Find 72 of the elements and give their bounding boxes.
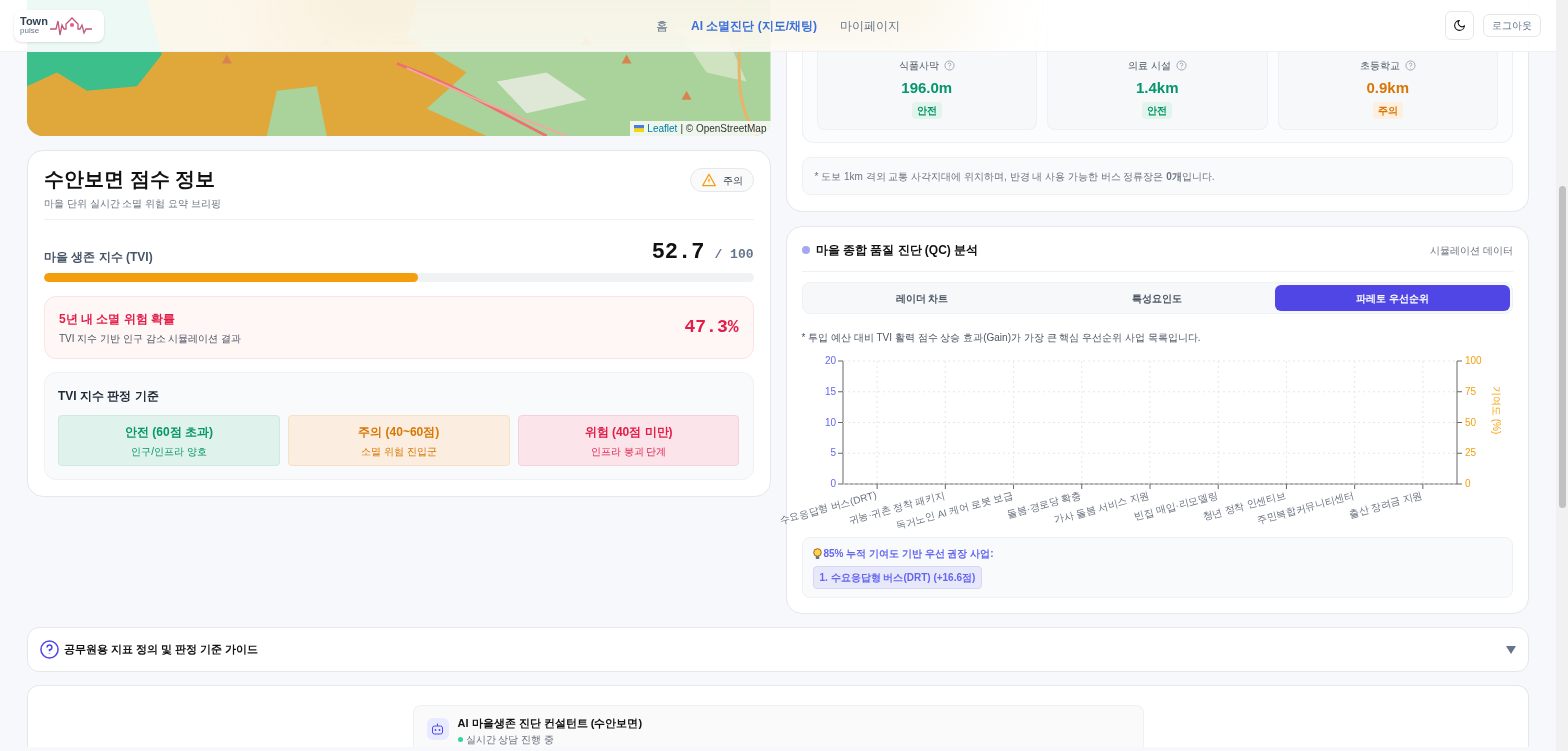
dark-mode-button[interactable]	[1445, 11, 1474, 40]
recommendation-title: 85% 누적 기여도 기반 우선 권장 사업:	[823, 547, 994, 561]
recommendation-tag: 1. 수요응답형 버스(DRT) (+16.6점)	[812, 566, 983, 589]
tvi-score: 52.7	[651, 239, 705, 267]
nav-link[interactable]: 홈	[656, 16, 668, 35]
axis-title: 기여도 (%)	[1490, 386, 1502, 435]
logout-button[interactable]: 로그아웃	[1483, 14, 1541, 37]
criteria-heading: 위험 (40점 미만)	[584, 423, 673, 441]
axis-tick-label: 100	[1464, 355, 1482, 366]
metric-label: 식품사막	[898, 58, 939, 73]
tab[interactable]: 레이더 차트	[804, 285, 1040, 311]
criteria-description: 인프라 붕괴 단계	[590, 444, 667, 459]
lightbulb-icon	[812, 547, 822, 560]
criteria-title: TVI 지수 판정 기준	[58, 388, 160, 405]
leaflet-link[interactable]: Leaflet	[647, 121, 678, 136]
metric-status: 안전	[911, 102, 942, 119]
scrollbar[interactable]	[1556, 0, 1568, 751]
axis-tick-label: 0	[829, 478, 836, 489]
online-dot-icon	[457, 736, 463, 742]
risk-description: TVI 지수 기반 인구 감소 시뮬레이션 결과	[59, 331, 242, 346]
chat-status: 실시간 상담 진행 중	[465, 732, 554, 747]
axis-tick-label: 20	[824, 355, 836, 366]
risk-title: 5년 내 소멸 위험 확률	[59, 310, 176, 328]
card-title: 수안보면 점수 정보	[44, 167, 217, 192]
chat-title: AI 마을생존 진단 컨설턴트 (수안보면)	[457, 716, 643, 731]
metric-label: 의료 시설	[1127, 58, 1171, 73]
axis-tick-label: 25	[1464, 447, 1476, 459]
flag-icon	[634, 125, 645, 132]
nav-link[interactable]: AI 소멸진단 (지도/채팅)	[691, 16, 817, 35]
attribution-text: | © OpenStreetMap	[680, 122, 767, 136]
logo-wordmark: Town	[20, 16, 48, 27]
metric-status: 주의	[1372, 102, 1403, 119]
nav-link[interactable]: 마이페이지	[840, 16, 900, 35]
card-subtitle: 마을 단위 실시간 소멸 위험 요약 브리핑	[44, 197, 221, 211]
robot-icon	[426, 718, 449, 740]
help-icon	[1404, 59, 1416, 71]
chart-description: * 투입 예산 대비 TVI 활력 점수 상승 효과(Gain)가 가장 큰 핵심 우선순위 사업 목록입니다.	[801, 331, 1202, 345]
data-source-label: 시뮬레이션 데이터	[1430, 243, 1513, 258]
axis-tick-label: 75	[1464, 385, 1476, 397]
logo-subtitle: pulse	[20, 27, 41, 35]
metric-value: 0.9km	[1366, 77, 1409, 98]
tab[interactable]: 파레토 우선순위	[1274, 285, 1510, 311]
metric-status: 안전	[1142, 102, 1173, 119]
metric-value: 196.0m	[901, 77, 953, 98]
axis-tick-label: 5	[829, 447, 836, 459]
guide-title: 공무원용 지표 정의 및 판정 기준 가이드	[64, 642, 259, 658]
risk-percentage: 47.3%	[684, 316, 739, 339]
axis-tick-label: 15	[824, 385, 836, 397]
axis-tick-label: 50	[1464, 416, 1476, 428]
criteria-heading: 안전 (60점 초과)	[124, 423, 213, 441]
transit-note: * 도보 1km 격외 교통 사각지대에 위치하며, 반경 내 사용 가능한 버스 정류장은 0개입니다.	[814, 169, 1215, 184]
axis-tick-label: 10	[824, 416, 836, 428]
help-icon	[1175, 59, 1187, 71]
criteria-description: 인구/인프라 양호	[131, 444, 207, 459]
badge-label: 주의	[722, 173, 743, 188]
tvi-max: / 100	[714, 246, 754, 264]
scrollbar-thumb[interactable]	[1559, 186, 1566, 508]
criteria-heading: 주의 (40~60점)	[358, 423, 440, 441]
metric-value: 1.4km	[1135, 77, 1179, 98]
criteria-description: 소멸 위험 진입군	[360, 444, 437, 459]
warning-icon	[700, 173, 717, 187]
tab[interactable]: 특성요인도	[1039, 285, 1275, 311]
guide-accordion[interactable]: 공무원용 지표 정의 및 판정 기준 가이드	[27, 627, 1529, 672]
help-icon	[40, 640, 59, 659]
moon-icon	[1453, 19, 1466, 32]
tvi-label: 마을 생존 지수 (TVI)	[44, 249, 153, 266]
help-icon	[943, 59, 955, 71]
status-dot-icon	[801, 246, 810, 254]
axis-tick-label: 0	[1464, 478, 1471, 489]
metric-label: 초등학교	[1359, 58, 1400, 73]
logo[interactable]: Town pulse	[14, 9, 104, 42]
section-title: 마을 종합 품질 진단 (QC) 분석	[815, 242, 979, 259]
